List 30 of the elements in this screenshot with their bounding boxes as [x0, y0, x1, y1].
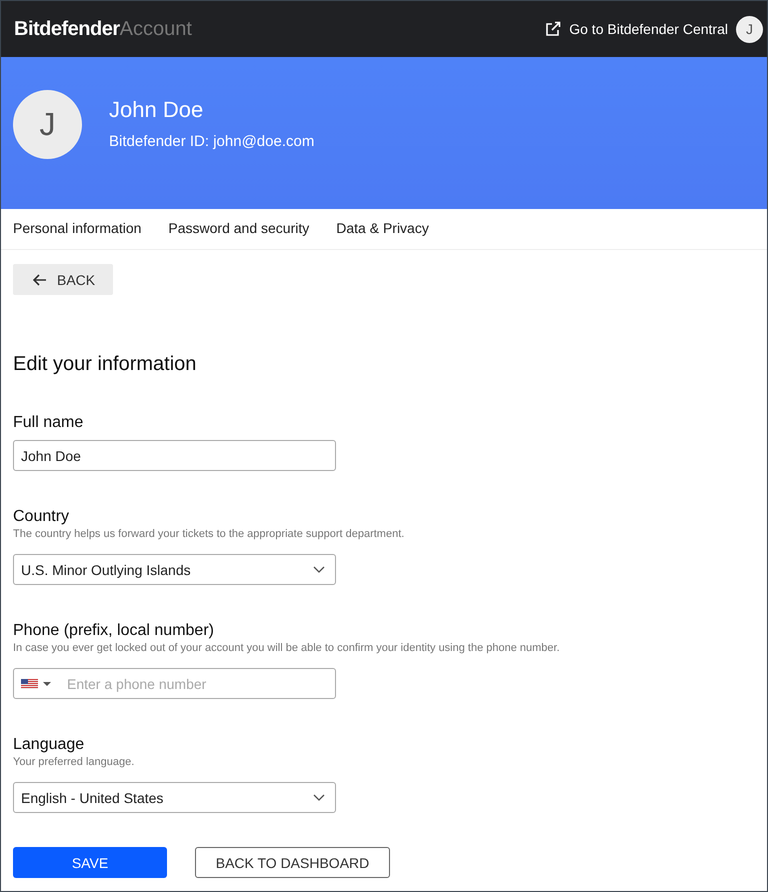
- back-button[interactable]: BACK: [13, 264, 113, 295]
- field-label: Country: [13, 508, 70, 526]
- full-name-field[interactable]: John Doe: [13, 440, 336, 471]
- tab[interactable]: Password and security: [168, 209, 310, 249]
- save-button[interactable]: SAVE: [13, 847, 167, 878]
- section-heading: Edit your information: [13, 353, 198, 376]
- field-label: Phone (prefix, local number): [13, 622, 215, 640]
- dropdown-field[interactable]: English - United States: [13, 782, 336, 813]
- central-link[interactable]: Go to Bitdefender Central: [545, 21, 728, 37]
- arrow-left-icon: [33, 274, 47, 286]
- external-link-icon: [545, 21, 562, 37]
- avatar[interactable]: J: [736, 16, 763, 42]
- dashboard-button[interactable]: BACK TO DASHBOARD: [195, 847, 390, 878]
- logo: BitdefenderAccount: [14, 18, 192, 40]
- field-hint: Your preferred language.: [13, 756, 136, 768]
- flag-icon: [21, 678, 38, 688]
- field-hint: In case you ever get locked out of your account you will be able to confirm your identity using the phone number.: [13, 642, 561, 654]
- dropdown-field[interactable]: U.S. Minor Outlying Islands: [13, 554, 336, 585]
- chevron-down-icon: [313, 794, 325, 801]
- caret-icon: [43, 682, 51, 686]
- user-name: John Doe: [109, 97, 204, 123]
- avatar: J: [13, 90, 82, 159]
- tab[interactable]: Data & Privacy: [336, 209, 429, 249]
- tab[interactable]: Personal information: [13, 209, 142, 249]
- field-hint: The country helps us forward your tickets to the appropriate support department.: [13, 528, 406, 540]
- field-label: Language: [13, 736, 86, 754]
- user-id: Bitdefender ID: john@doe.com: [109, 133, 314, 150]
- phone-field[interactable]: Enter a phone number: [13, 668, 336, 699]
- chevron-down-icon: [313, 566, 325, 573]
- field-label: Full name: [13, 414, 84, 432]
